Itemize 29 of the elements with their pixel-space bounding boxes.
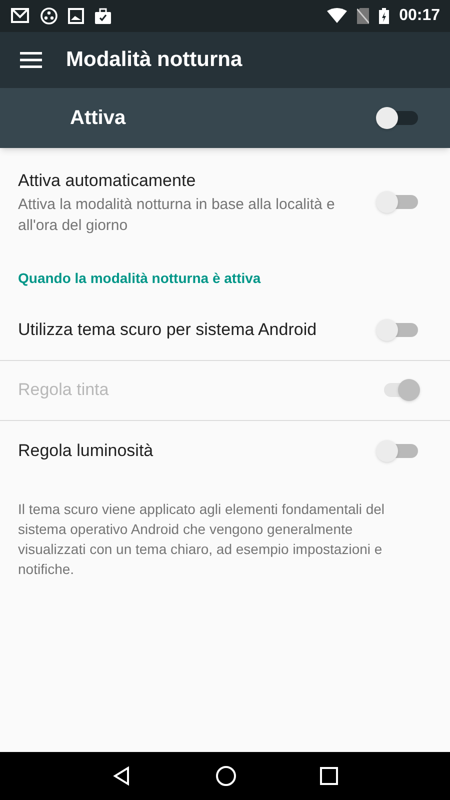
no-sim-icon	[357, 8, 370, 24]
back-icon[interactable]	[112, 766, 132, 786]
toggle-switch[interactable]	[376, 190, 420, 213]
app-bar-title: Modalità notturna	[66, 47, 242, 74]
info-text: Il tema scuro viene applicato agli elementi fondamentali del sistema operativo Android che vengono generalmente visualizzati con un tema chiaro, ad esempio impostazioni e notifiche.	[17, 500, 386, 578]
setting-title: Utilizza tema scuro per sistema Android	[18, 319, 318, 342]
setting-title: Attiva automaticamente	[18, 170, 197, 192]
toggle-switch[interactable]	[376, 107, 420, 129]
section-header: Quando la modalità notturna è attiva	[17, 268, 262, 288]
clock-time: 00:17	[399, 6, 440, 26]
setting-row[interactable]: Attiva automaticamente Attiva la modalità notturna in base alla località e all'ora del giorno	[0, 158, 450, 246]
battery-icon	[379, 8, 390, 24]
menu-icon[interactable]	[20, 52, 42, 68]
setting-row[interactable]: Utilizza tema scuro per sistema Android	[0, 300, 450, 360]
setting-summary: Attiva la modalità notturna in base alla località e all'ora del giorno	[18, 194, 336, 236]
image-icon	[68, 8, 84, 24]
toggle-switch[interactable]	[376, 440, 420, 462]
wifi-icon	[327, 8, 348, 24]
home-icon[interactable]	[214, 765, 237, 787]
setting-title: Regola luminosità	[18, 440, 154, 462]
master-switch-bar[interactable]: Attiva	[0, 88, 450, 148]
master-switch-label: Attiva	[70, 106, 127, 131]
toggle-switch[interactable]	[376, 319, 420, 341]
mail-icon	[10, 7, 30, 25]
setting-title: Regola tinta	[18, 379, 110, 402]
setting-row[interactable]: Regola luminosità	[0, 420, 450, 480]
briefcase-icon	[94, 7, 112, 25]
recents-icon[interactable]	[320, 767, 338, 785]
circle-icon	[40, 7, 58, 25]
